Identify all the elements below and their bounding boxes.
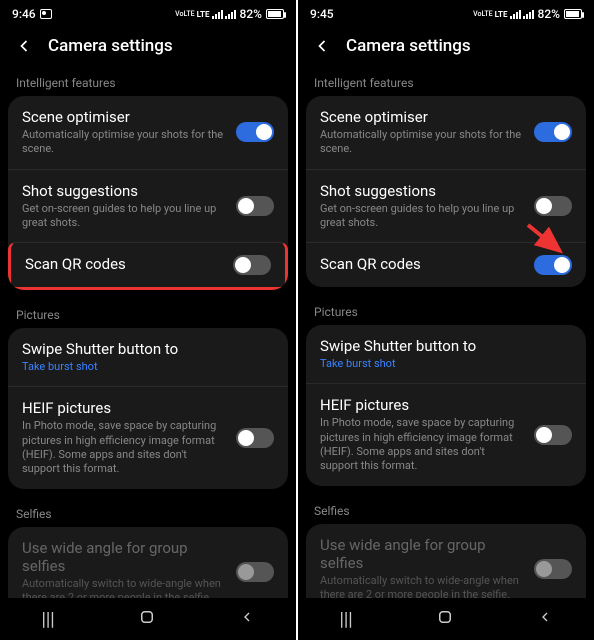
setting-title: Scan QR codes: [25, 255, 223, 273]
section-intelligent: Intelligent features: [0, 66, 296, 96]
setting-subtitle: Automatically switch to wide-angle when …: [320, 574, 524, 598]
row-wide-angle: Use wide angle for group selfies Automat…: [8, 527, 288, 598]
section-intelligent: Intelligent features: [298, 66, 594, 96]
setting-subtitle: Take burst shot: [22, 360, 274, 374]
setting-subtitle: Take burst shot: [320, 357, 572, 371]
status-icons: VoLTE LTE 82%: [473, 7, 582, 21]
setting-title: Use wide angle for group selfies: [22, 539, 226, 575]
setting-subtitle: Automatically switch to wide-angle when …: [22, 577, 226, 598]
toggle-scene-optimiser[interactable]: [534, 122, 572, 142]
phone-left: 9:46 VoLTE LTE 82% Camera settings Intel…: [0, 0, 296, 640]
row-swipe-shutter[interactable]: Swipe Shutter button to Take burst shot: [8, 328, 288, 386]
row-heif-pictures[interactable]: HEIF pictures In Photo mode, save space …: [8, 386, 288, 488]
status-icons: VoLTE LTE 82%: [175, 7, 284, 21]
toggle-heif[interactable]: [236, 428, 274, 448]
toggle-shot-suggestions[interactable]: [236, 196, 274, 216]
page-header: Camera settings: [0, 28, 296, 66]
card-intelligent: Scene optimiser Automatically optimise y…: [8, 96, 288, 290]
toggle-wide-angle: [534, 559, 572, 579]
signal-icon: [212, 10, 223, 19]
setting-title: Shot suggestions: [22, 182, 226, 200]
battery-icon: [564, 9, 582, 19]
nav-recents[interactable]: |||: [339, 609, 352, 630]
setting-subtitle: Get on-screen guides to help you line up…: [320, 202, 524, 231]
row-wide-angle: Use wide angle for group selfies Automat…: [306, 524, 586, 598]
page-title: Camera settings: [48, 36, 173, 56]
section-pictures: Pictures: [298, 295, 594, 325]
nav-home[interactable]: [138, 608, 156, 631]
status-bar: 9:46 VoLTE LTE 82%: [0, 0, 296, 28]
toggle-shot-suggestions[interactable]: [534, 196, 572, 216]
setting-title: HEIF pictures: [22, 399, 226, 417]
signal-icon: [523, 10, 534, 19]
section-selfies: Selfies: [0, 497, 296, 527]
card-selfies: Use wide angle for group selfies Automat…: [306, 524, 586, 598]
nav-back[interactable]: [239, 609, 255, 630]
signal-icon: [225, 10, 236, 19]
setting-title: Scene optimiser: [22, 108, 226, 126]
card-pictures: Swipe Shutter button to Take burst shot …: [306, 325, 586, 485]
card-pictures: Swipe Shutter button to Take burst shot …: [8, 328, 288, 488]
status-bar: 9:45 VoLTE LTE 82%: [298, 0, 594, 28]
row-scan-qr-codes[interactable]: Scan QR codes: [8, 242, 288, 290]
page-title: Camera settings: [346, 36, 471, 56]
nav-recents[interactable]: |||: [41, 609, 54, 630]
row-scene-optimiser[interactable]: Scene optimiser Automatically optimise y…: [306, 96, 586, 169]
row-heif-pictures[interactable]: HEIF pictures In Photo mode, save space …: [306, 383, 586, 485]
toggle-scene-optimiser[interactable]: [236, 122, 274, 142]
setting-title: HEIF pictures: [320, 396, 524, 414]
back-icon[interactable]: [312, 36, 332, 56]
setting-title: Swipe Shutter button to: [320, 337, 572, 355]
section-selfies: Selfies: [298, 494, 594, 524]
setting-title: Use wide angle for group selfies: [320, 536, 524, 572]
clock: 9:46: [12, 7, 36, 21]
setting-subtitle: In Photo mode, save space by capturing p…: [320, 416, 524, 473]
battery-icon: [266, 9, 284, 19]
toggle-scan-qr[interactable]: [534, 255, 572, 275]
setting-title: Scan QR codes: [320, 255, 524, 273]
row-swipe-shutter[interactable]: Swipe Shutter button to Take burst shot: [306, 325, 586, 383]
row-shot-suggestions[interactable]: Shot suggestions Get on-screen guides to…: [306, 169, 586, 243]
back-icon[interactable]: [14, 36, 34, 56]
clock: 9:45: [310, 7, 334, 21]
row-shot-suggestions[interactable]: Shot suggestions Get on-screen guides to…: [8, 169, 288, 243]
signal-icon: [510, 10, 521, 19]
nav-back[interactable]: [537, 609, 553, 630]
setting-subtitle: Automatically optimise your shots for th…: [320, 128, 524, 157]
toggle-scan-qr[interactable]: [233, 255, 271, 275]
setting-subtitle: In Photo mode, save space by capturing p…: [22, 419, 226, 476]
row-scene-optimiser[interactable]: Scene optimiser Automatically optimise y…: [8, 96, 288, 169]
setting-title: Swipe Shutter button to: [22, 340, 274, 358]
setting-title: Scene optimiser: [320, 108, 524, 126]
setting-subtitle: Automatically optimise your shots for th…: [22, 128, 226, 157]
row-scan-qr-codes[interactable]: Scan QR codes: [306, 242, 586, 287]
page-header: Camera settings: [298, 28, 594, 66]
toggle-heif[interactable]: [534, 425, 572, 445]
toggle-wide-angle: [236, 562, 274, 582]
section-pictures: Pictures: [0, 298, 296, 328]
setting-title: Shot suggestions: [320, 182, 524, 200]
nav-bar: |||: [298, 598, 594, 640]
screenshot-icon: [40, 9, 52, 19]
setting-subtitle: Get on-screen guides to help you line up…: [22, 202, 226, 231]
card-selfies: Use wide angle for group selfies Automat…: [8, 527, 288, 598]
nav-home[interactable]: [436, 608, 454, 631]
nav-bar: |||: [0, 598, 296, 640]
phone-right: 9:45 VoLTE LTE 82% Camera settings Intel…: [298, 0, 594, 640]
card-intelligent: Scene optimiser Automatically optimise y…: [306, 96, 586, 287]
